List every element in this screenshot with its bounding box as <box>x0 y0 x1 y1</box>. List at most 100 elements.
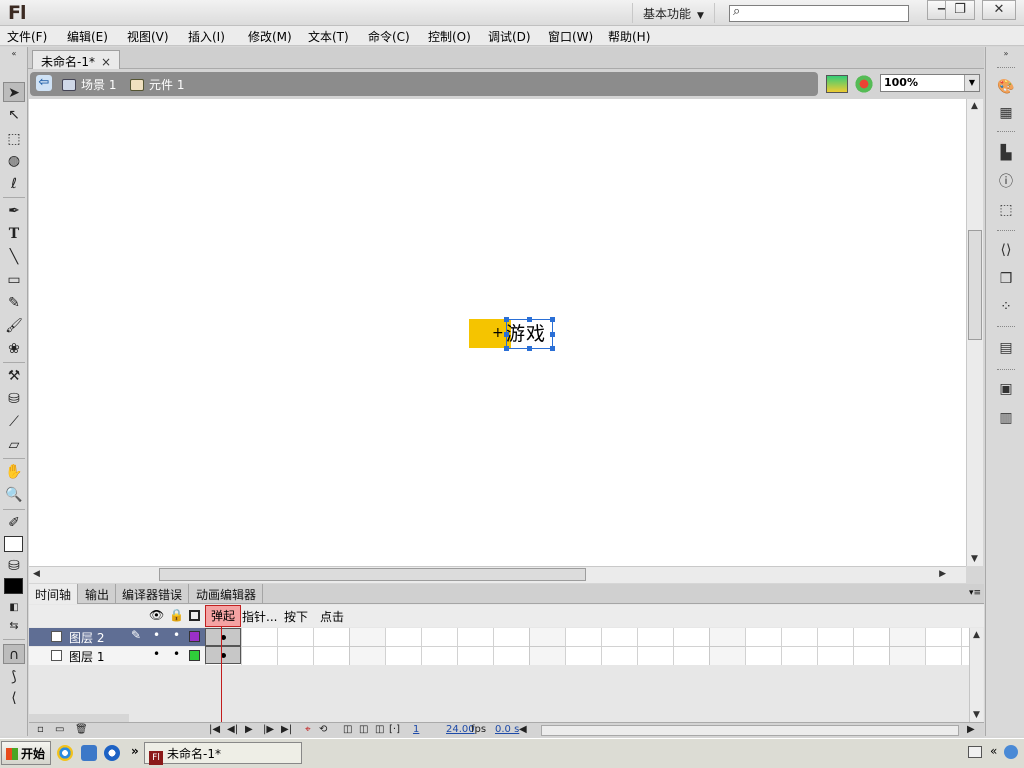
properties-panel-icon[interactable]: ▣ <box>995 379 1017 399</box>
onion-skin-outlines-icon[interactable]: ◫ <box>359 724 368 735</box>
layer-outline-color[interactable] <box>189 631 200 642</box>
settings-icon[interactable] <box>104 745 120 761</box>
menu-insert[interactable]: 插入(I) <box>188 28 225 45</box>
new-layer-icon[interactable]: ▫ <box>37 724 44 735</box>
bone-tool-icon[interactable]: ⚒ <box>3 366 25 386</box>
edit-scene-icon[interactable] <box>826 75 848 93</box>
rectangle-tool-icon[interactable]: ▭ <box>3 270 25 290</box>
chrome-icon[interactable] <box>57 745 73 761</box>
swatches-panel-icon[interactable]: ▦ <box>995 103 1017 123</box>
scroll-thumb[interactable] <box>968 230 982 340</box>
transform-handle[interactable] <box>504 346 509 351</box>
transform-handle[interactable] <box>550 332 555 337</box>
restore-button[interactable]: ❐ <box>945 0 975 20</box>
selection-tool-icon[interactable]: ➤ <box>3 82 25 102</box>
onion-skin-icon[interactable]: ◫ <box>343 724 352 735</box>
tray-status-icon[interactable] <box>1004 745 1018 759</box>
menu-text[interactable]: 文本(T) <box>308 28 349 45</box>
history-panel-icon[interactable]: ▥ <box>995 408 1017 428</box>
zoom-tool-icon[interactable]: 🔍 <box>3 485 25 505</box>
timeline-horizontal-scrollbar[interactable] <box>541 725 959 736</box>
delete-layer-icon[interactable]: 🗑 <box>75 724 88 735</box>
hand-tool-icon[interactable]: ✋ <box>3 462 25 482</box>
frames-grid[interactable] <box>205 628 969 665</box>
free-transform-tool-icon[interactable]: ⬚ <box>3 129 25 149</box>
frame-label-down[interactable]: 按下 <box>284 608 308 625</box>
fill-color-icon[interactable]: ⛁ <box>3 556 25 576</box>
panel-menu-icon[interactable]: ▾≡ <box>963 584 987 604</box>
keyframe[interactable] <box>205 628 241 646</box>
step-back-icon[interactable]: ◀| <box>227 724 238 735</box>
menu-modify[interactable]: 修改(M) <box>248 28 292 45</box>
layer-row[interactable]: 图层 2 ✎ • • <box>29 628 205 646</box>
zoom-select[interactable]: 100% ▼ <box>880 74 980 92</box>
components-panel-icon[interactable]: ❒ <box>995 269 1017 289</box>
motion-presets-panel-icon[interactable]: ⁘ <box>995 297 1017 317</box>
menu-file[interactable]: 文件(F) <box>7 28 47 45</box>
scroll-up-icon[interactable]: ▲ <box>973 630 980 640</box>
layer-outline-color[interactable] <box>189 650 200 661</box>
menu-view[interactable]: 视图(V) <box>127 28 169 45</box>
collapse-icon[interactable]: « <box>3 49 25 59</box>
3d-rotation-tool-icon[interactable]: ◍ <box>3 151 25 171</box>
outline-icon[interactable] <box>189 610 200 621</box>
swap-colors-icon[interactable]: ⇆ <box>3 616 25 636</box>
scroll-right-icon[interactable]: ▶ <box>939 569 946 579</box>
eye-icon[interactable]: 👁 <box>149 608 164 622</box>
edit-symbols-icon[interactable] <box>853 75 875 93</box>
explorer-icon[interactable] <box>81 745 97 761</box>
current-frame[interactable]: 1 <box>413 724 419 735</box>
lock-icon[interactable]: 🔒 <box>169 608 184 622</box>
layer-name[interactable]: 图层 1 <box>69 648 104 665</box>
visibility-dot[interactable]: • <box>153 628 160 642</box>
transform-handle[interactable] <box>504 332 509 337</box>
transform-panel-icon[interactable]: ⬚ <box>995 200 1017 220</box>
stroke-color-icon[interactable]: ✐ <box>3 513 25 533</box>
lasso-tool-icon[interactable]: ℓ <box>3 174 25 194</box>
text-tool-icon[interactable]: T <box>3 224 25 244</box>
layer-row[interactable]: 图层 1 • • <box>29 647 205 665</box>
transform-handle[interactable] <box>527 317 532 322</box>
layer-list-scroll[interactable] <box>29 714 129 722</box>
edit-multiple-frames-icon[interactable]: ◫ <box>375 724 384 735</box>
close-window-button[interactable]: ✕ <box>982 0 1016 20</box>
transform-handle[interactable] <box>550 346 555 351</box>
menu-commands[interactable]: 命令(C) <box>368 28 410 45</box>
snap-magnet-icon[interactable]: ∩ <box>3 644 25 664</box>
layer-name[interactable]: 图层 2 <box>69 629 104 646</box>
workspace-switcher[interactable]: 基本功能 ▼ <box>632 3 715 23</box>
tab-motion-editor[interactable]: 动画编辑器 <box>190 584 264 604</box>
lock-dot[interactable]: • <box>173 647 180 661</box>
document-tab[interactable]: 未命名-1* × <box>32 50 121 70</box>
fill-color-swatch[interactable] <box>4 578 23 594</box>
align-panel-icon[interactable]: ▙ <box>995 143 1017 163</box>
pencil-tool-icon[interactable]: ✎ <box>3 293 25 313</box>
help-search-input[interactable]: ⌕ <box>729 4 909 22</box>
scroll-left-icon[interactable]: ◀ <box>33 569 40 579</box>
black-white-icon[interactable]: ◧ <box>3 598 25 618</box>
tray-expand-icon[interactable]: « <box>990 744 997 758</box>
modify-markers-icon[interactable]: [·] <box>389 724 400 735</box>
info-panel-icon[interactable]: ⓘ <box>995 172 1017 192</box>
straighten-icon[interactable]: ⟨ <box>3 688 25 708</box>
tab-output[interactable]: 输出 <box>79 584 117 604</box>
chevron-down-icon[interactable]: ▼ <box>964 75 979 91</box>
menu-help[interactable]: 帮助(H) <box>608 28 650 45</box>
visibility-dot[interactable]: • <box>153 647 160 661</box>
scroll-thumb[interactable] <box>159 568 586 581</box>
stroke-color-swatch[interactable] <box>4 536 23 552</box>
color-panel-icon[interactable]: 🎨 <box>995 77 1017 97</box>
scroll-down-icon[interactable]: ▼ <box>971 554 978 564</box>
expand-panels-icon[interactable]: » <box>995 49 1017 59</box>
back-arrow-icon[interactable]: ⇦ <box>36 75 52 91</box>
tab-timeline[interactable]: 时间轴 <box>29 584 79 604</box>
tab-compiler-errors[interactable]: 编译器错误 <box>116 584 190 604</box>
start-button[interactable]: 开始 <box>1 741 51 765</box>
line-tool-icon[interactable]: ╲ <box>3 247 25 267</box>
breadcrumb-scene[interactable]: 场景 1 <box>62 76 116 93</box>
pen-tool-icon[interactable]: ✒ <box>3 201 25 221</box>
subselection-tool-icon[interactable]: ↖ <box>3 105 25 125</box>
scroll-right-icon[interactable]: ▶ <box>967 724 975 735</box>
menu-debug[interactable]: 调试(D) <box>488 28 531 45</box>
frame-label-over[interactable]: 指针... <box>242 608 277 625</box>
